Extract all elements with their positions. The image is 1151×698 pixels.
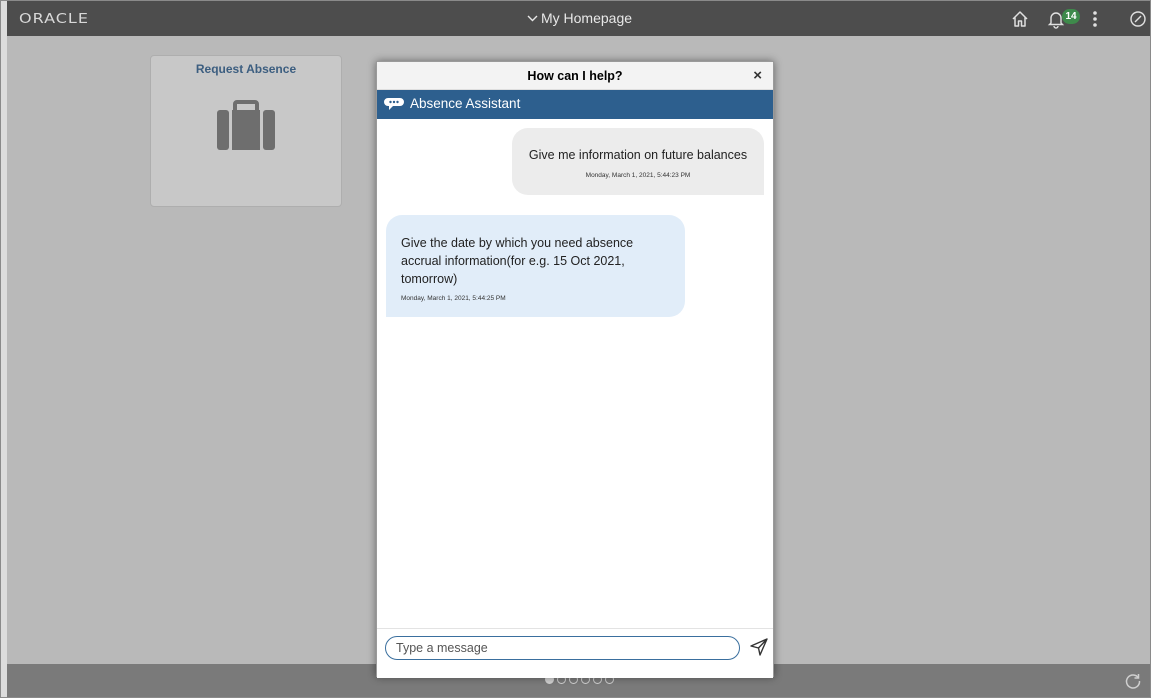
assistant-header: Absence Assistant	[377, 90, 773, 119]
homepage-selector[interactable]: My Homepage	[7, 10, 1150, 26]
navbar-compass-icon[interactable]	[1128, 9, 1148, 29]
homepage-title: My Homepage	[540, 10, 633, 26]
send-icon[interactable]	[749, 637, 769, 657]
briefcase-icon	[215, 100, 277, 157]
bot-message: Give the date by which you need absence …	[386, 215, 685, 317]
app-frame: ORACLE My Homepage 14 Request Absence Ho…	[0, 0, 1151, 698]
notification-count-badge: 14	[1062, 9, 1080, 24]
bot-message-text: Give the date by which you need absence …	[401, 236, 634, 286]
dialog-header: How can I help? ×	[377, 62, 773, 90]
user-message-timestamp: Monday, March 1, 2021, 5:44:23 PM	[585, 172, 691, 179]
assistant-name: Absence Assistant	[410, 96, 521, 111]
chat-bubble-icon	[384, 97, 404, 114]
tile-request-absence[interactable]: Request Absence	[150, 55, 342, 207]
tile-title: Request Absence	[195, 62, 297, 76]
top-banner: ORACLE My Homepage	[7, 1, 1150, 36]
bot-message-timestamp: Monday, March 1, 2021, 5:44:25 PM	[401, 295, 506, 302]
dialog-title: How can I help?	[527, 69, 623, 83]
user-message-text: Give me information on future balances	[528, 148, 748, 162]
refresh-icon[interactable]	[1124, 672, 1142, 695]
actions-menu-icon[interactable]	[1090, 9, 1100, 29]
message-input[interactable]	[385, 636, 740, 660]
chevron-down-icon	[527, 13, 538, 25]
home-icon[interactable]	[1010, 9, 1030, 29]
chat-dialog: How can I help? × Absence Assistant Give…	[376, 61, 774, 678]
user-message: Give me information on future balances M…	[512, 128, 764, 195]
message-composer	[377, 628, 773, 678]
close-icon[interactable]: ×	[753, 67, 762, 84]
message-list: Give me information on future balances M…	[377, 119, 773, 627]
